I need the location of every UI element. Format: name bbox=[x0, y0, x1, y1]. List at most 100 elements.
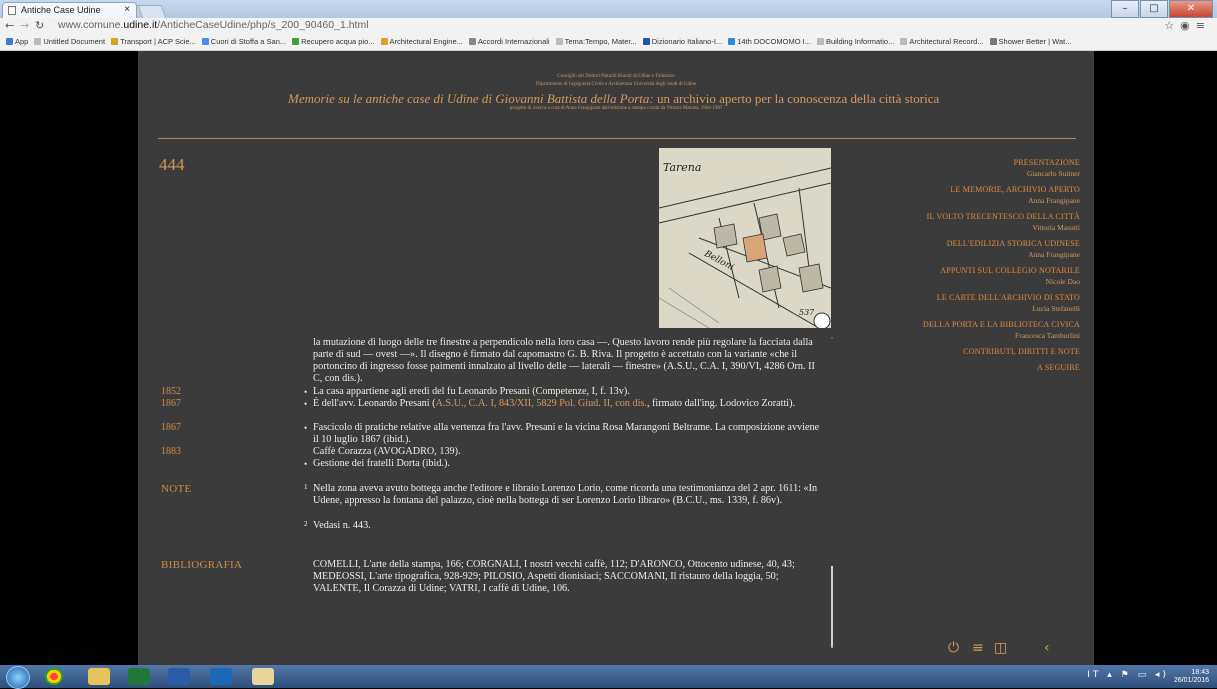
bookmark-icon bbox=[34, 38, 42, 45]
system-tray-icons[interactable]: IT ▴ ⚑ ▭ ◂) bbox=[1087, 670, 1169, 680]
word-icon[interactable] bbox=[168, 668, 190, 685]
bullet: • bbox=[304, 459, 308, 469]
bookmark-item[interactable]: Transport | ACP Scie... bbox=[111, 34, 196, 49]
outlook-icon[interactable] bbox=[210, 668, 232, 685]
bookmark-label: Building Informatio... bbox=[825, 37, 895, 46]
clock-time: 18:43 bbox=[1191, 669, 1209, 676]
clock-date: 26/01/2016 bbox=[1173, 677, 1209, 684]
bookmark-label: Transport | ACP Scie... bbox=[120, 37, 196, 46]
bullet: • bbox=[304, 423, 308, 433]
year-1867-b: 1867 bbox=[161, 422, 181, 433]
address-bar: ← → ↻ www.comune.udine.it/AnticheCaseUdi… bbox=[0, 18, 1217, 34]
bookmark-item[interactable]: 14th DOCOMOMO I... bbox=[728, 34, 811, 49]
bookmark-item[interactable]: Cuori di Stoffa a San... bbox=[201, 34, 287, 49]
maximize-button[interactable]: □ bbox=[1140, 0, 1168, 18]
nav-item-title[interactable]: DELL'EDILIZIA STORICA UDINESE bbox=[820, 238, 1080, 249]
content-scrollbar[interactable]: ⌃ ⌄ bbox=[829, 336, 835, 650]
nav-item-title[interactable]: DELLA PORTA E LA BIBLIOTECA CIVICA bbox=[820, 319, 1080, 330]
browser-tab[interactable]: Antiche Case Udine × bbox=[2, 2, 137, 18]
bookmark-label: Dizionario Italiano-I... bbox=[651, 37, 723, 46]
archive-reference-link[interactable]: A.S.U., C.A. I, 843/XII, 5829 Pol. Giud.… bbox=[436, 398, 647, 409]
bookmark-label: 14th DOCOMOMO I... bbox=[737, 37, 811, 46]
bookmark-item[interactable]: Untitled Document bbox=[34, 34, 105, 49]
start-button[interactable] bbox=[6, 666, 30, 689]
map-label-tarena: Tarena bbox=[663, 161, 702, 174]
map-label-537: 537 bbox=[799, 308, 815, 317]
bullet: • bbox=[304, 387, 308, 397]
url-prefix: www.comune. bbox=[58, 19, 124, 31]
bookmark-icon bbox=[468, 38, 476, 45]
nav-item-author: Nicole Dao bbox=[1045, 277, 1080, 286]
bookmark-label: Architectural Record... bbox=[909, 37, 984, 46]
header-line-1: Consiglio dei Dottori Notarili Riuniti d… bbox=[557, 74, 675, 79]
scrollbar-thumb[interactable] bbox=[831, 566, 833, 648]
new-tab-button[interactable] bbox=[137, 5, 167, 19]
back-chevron-icon[interactable]: ‹ bbox=[1044, 640, 1050, 656]
entry-1867-a-text: È dell'avv. Leonardo Presani ( bbox=[313, 398, 436, 409]
bookmark-item[interactable]: Architectural Engine... bbox=[380, 34, 463, 49]
explorer-icon[interactable] bbox=[88, 668, 110, 685]
nav-item-title[interactable]: PRESENTAZIONE bbox=[820, 157, 1080, 168]
clock[interactable]: 18:43 26/01/2016 bbox=[1174, 669, 1209, 685]
nav-item-title[interactable]: CONTRIBUTI, DIRITTI E NOTE bbox=[820, 346, 1080, 357]
minimize-button[interactable]: – bbox=[1111, 0, 1139, 18]
record-body: la mutazione di luogo delle tre finestre… bbox=[158, 337, 838, 659]
nav-item-title[interactable]: IL VOLTO TRECENTESCO DELLA CITTÀ bbox=[820, 211, 1080, 222]
paint-icon[interactable] bbox=[252, 668, 274, 685]
nav-item-author: Lucia Stefanelli bbox=[1032, 304, 1080, 313]
bookmark-item[interactable]: Tema:Tempo, Mater... bbox=[555, 34, 637, 49]
bookmark-label: Cuori di Stoffa a San... bbox=[210, 37, 287, 46]
entry-1867-b: Fascicolo di pratiche relative alla vert… bbox=[313, 422, 820, 445]
nav-item-title[interactable]: LE CARTE DELL'ARCHIVIO DI STATO bbox=[820, 292, 1080, 303]
close-tab-icon[interactable]: × bbox=[124, 4, 130, 15]
bookmark-icon bbox=[111, 38, 119, 45]
bookmark-label: Untitled Document bbox=[43, 37, 106, 46]
forward-arrow-icon[interactable]: → bbox=[20, 19, 29, 32]
historic-map-image[interactable]: Tarena Belloni 537 bbox=[659, 148, 831, 328]
columns-icon[interactable]: ◫ bbox=[994, 640, 1007, 656]
bookmark-item[interactable]: Recupero acqua pio... bbox=[292, 34, 375, 49]
bookmark-item[interactable]: Architectural Record... bbox=[900, 34, 984, 49]
bookmark-icon bbox=[292, 38, 300, 45]
bookmark-item[interactable]: App bbox=[6, 34, 28, 49]
menu-icon[interactable]: ≡ bbox=[972, 640, 984, 656]
bookmark-label: Architectural Engine... bbox=[389, 37, 463, 46]
url-path: /AnticheCaseUdine/php/s_200_90460_1.html bbox=[157, 19, 369, 31]
entry-1883: Caffè Corazza (AVOGADRO, 139). bbox=[313, 446, 461, 457]
language-indicator: IT bbox=[1087, 670, 1102, 680]
extension-icon[interactable]: ◉ bbox=[1180, 19, 1196, 32]
bookmark-label: Tema:Tempo, Mater... bbox=[564, 37, 637, 46]
nav-item-title[interactable]: APPUNTI SUL COLLEGIO NOTARILE bbox=[820, 265, 1080, 276]
nav-item-author: Giancarlo Suitner bbox=[1026, 169, 1080, 178]
nav-item-author: Vittoria Masutti bbox=[1032, 223, 1080, 232]
bookmark-item[interactable]: Dizionario Italiano-I... bbox=[642, 34, 723, 49]
scroll-up-icon[interactable]: ⌃ bbox=[829, 336, 835, 344]
bookmark-item[interactable]: Shower Better | Wat... bbox=[989, 34, 1071, 49]
nav-item-title[interactable]: LE MEMORIE, ARCHIVIO APERTO bbox=[820, 184, 1080, 195]
menu-icon[interactable]: ≡ bbox=[1196, 19, 1211, 32]
bookmark-item[interactable]: Accordi Internazionali bbox=[468, 34, 550, 49]
page-content: Consiglio dei Dottori Notarili Riuniti d… bbox=[138, 51, 1094, 665]
url-field[interactable]: www.comune.udine.it/AnticheCaseUdine/php… bbox=[58, 19, 369, 32]
reload-icon[interactable]: ↻ bbox=[35, 19, 44, 32]
site-title-rest: un archivio aperto per la conoscenza del… bbox=[653, 91, 940, 106]
nav-item-title[interactable]: A SEGUIRE bbox=[820, 362, 1080, 373]
bookmark-icon bbox=[642, 38, 650, 45]
header-line-4: progetto di ricerca a cura di Anna Frang… bbox=[509, 106, 723, 111]
note-2-marker: 2 bbox=[304, 520, 308, 528]
power-icon[interactable]: ⏻ bbox=[948, 640, 959, 656]
chrome-icon[interactable] bbox=[45, 668, 63, 685]
bookmark-item[interactable]: Building Informatio... bbox=[816, 34, 895, 49]
bookmark-icon bbox=[900, 38, 908, 45]
document-icon bbox=[8, 6, 16, 15]
url-host: udine.it bbox=[123, 19, 158, 31]
scroll-down-icon[interactable]: ⌄ bbox=[829, 642, 835, 650]
window-controls: – □ ✕ bbox=[1111, 0, 1213, 18]
close-window-button[interactable]: ✕ bbox=[1169, 0, 1213, 18]
star-icon[interactable]: ☆ bbox=[1164, 19, 1180, 32]
back-arrow-icon[interactable]: ← bbox=[5, 19, 14, 32]
bullet: • bbox=[304, 399, 308, 409]
excel-icon[interactable] bbox=[128, 668, 150, 685]
year-1867-a: 1867 bbox=[161, 398, 181, 409]
header-line-2: Dipartimento di Ingegneria Civile e Arch… bbox=[535, 82, 697, 87]
